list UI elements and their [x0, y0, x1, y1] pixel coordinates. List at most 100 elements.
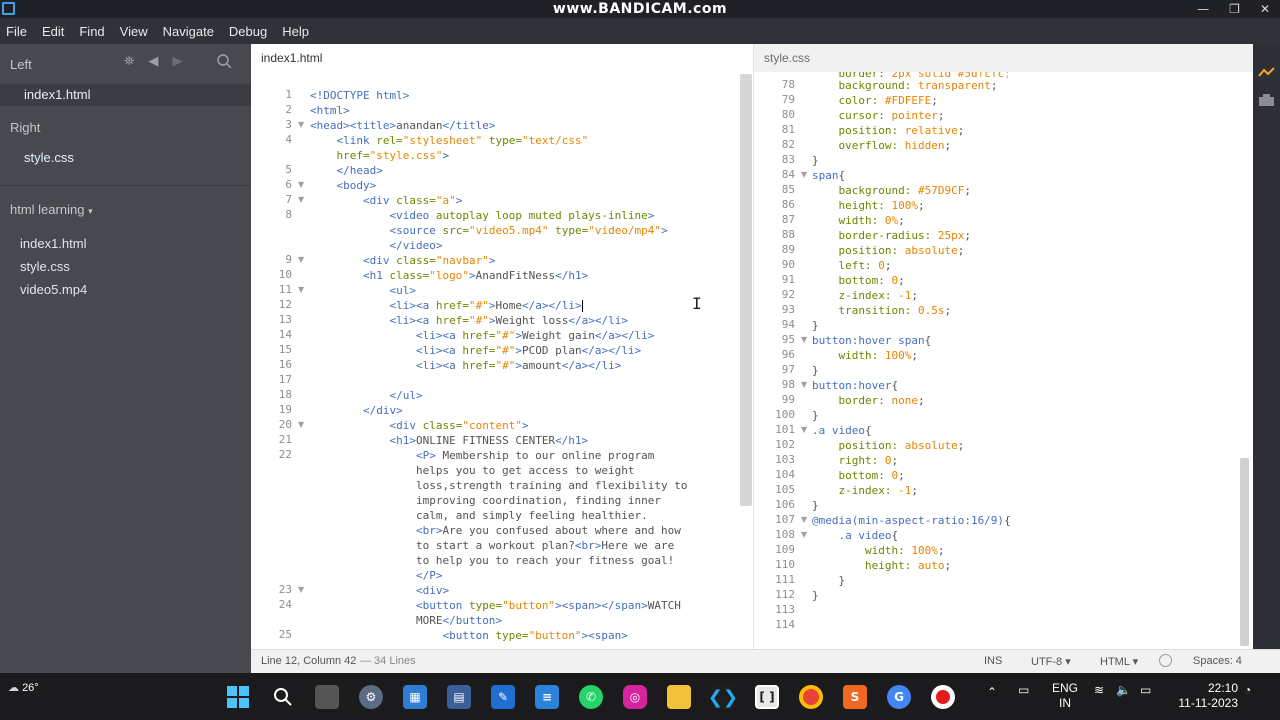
- windows-start-icon[interactable]: [226, 685, 250, 709]
- minimize-icon[interactable]: —: [1197, 2, 1209, 16]
- code-line[interactable]: .a video{: [812, 423, 1011, 438]
- code-line[interactable]: <h1 class="logo">AnandFitNess</h1>: [310, 268, 688, 283]
- code-line[interactable]: }: [812, 363, 1011, 378]
- code-line[interactable]: <video autoplay loop muted plays-inline>: [310, 208, 688, 223]
- code-line[interactable]: </ul>: [310, 388, 688, 403]
- code-editor-right[interactable]: background: transparent; color: #FDFEFE;…: [812, 78, 1011, 633]
- working-file-style[interactable]: style.css: [24, 150, 74, 165]
- code-line[interactable]: @media(min-aspect-ratio:16/9){: [812, 513, 1011, 528]
- menu-debug[interactable]: Debug: [229, 24, 267, 39]
- code-line[interactable]: [310, 373, 688, 388]
- maximize-icon[interactable]: ❐: [1229, 2, 1240, 16]
- binoculars-icon[interactable]: ⛯: [124, 53, 134, 69]
- code-line[interactable]: }: [812, 588, 1011, 603]
- code-line[interactable]: calm, and simply feeling healthier.: [310, 508, 688, 523]
- code-line[interactable]: span{: [812, 168, 1011, 183]
- calculator-icon[interactable]: ▤: [447, 685, 471, 709]
- code-line[interactable]: position: relative;: [812, 123, 1011, 138]
- code-line[interactable]: improving coordination, finding inner: [310, 493, 688, 508]
- fold-arrow-icon[interactable]: ▼: [801, 380, 807, 389]
- code-line[interactable]: position: absolute;: [812, 243, 1011, 258]
- code-line[interactable]: cursor: pointer;: [812, 108, 1011, 123]
- code-line[interactable]: </div>: [310, 403, 688, 418]
- notepad-icon[interactable]: ≡: [535, 685, 559, 709]
- forward-arrow-icon[interactable]: ▶: [172, 53, 182, 69]
- whatsapp-icon[interactable]: ✆: [579, 685, 603, 709]
- volume-icon[interactable]: 🔈: [1116, 683, 1131, 697]
- code-line[interactable]: helps you to get access to weight: [310, 463, 688, 478]
- language-select[interactable]: HTML ▾: [1100, 655, 1138, 668]
- fold-arrow-icon[interactable]: ▼: [801, 515, 807, 524]
- linter-status-icon[interactable]: [1159, 654, 1172, 667]
- code-line[interactable]: }: [812, 153, 1011, 168]
- fold-arrow-icon[interactable]: ▼: [298, 585, 304, 594]
- project-title[interactable]: html learning ▾: [10, 202, 93, 217]
- code-line[interactable]: height: 100%;: [812, 198, 1011, 213]
- tree-file-video5[interactable]: video5.mp4: [20, 282, 87, 297]
- code-line[interactable]: border-radius: 25px;: [812, 228, 1011, 243]
- code-line[interactable]: <li><a href="#">Weight gain</a></li>: [310, 328, 688, 343]
- code-line[interactable]: <h1>ONLINE FITNESS CENTER</h1>: [310, 433, 688, 448]
- task-view-icon[interactable]: [315, 685, 339, 709]
- vscode-icon[interactable]: ❮❯: [708, 685, 738, 709]
- code-line[interactable]: z-index: -1;: [812, 288, 1011, 303]
- menu-help[interactable]: Help: [282, 24, 309, 39]
- fold-arrow-icon[interactable]: ▼: [801, 425, 807, 434]
- code-line[interactable]: <html>: [310, 103, 688, 118]
- working-file-index1[interactable]: index1.html: [24, 87, 90, 102]
- bandicam-record-icon[interactable]: [931, 685, 955, 709]
- code-line[interactable]: width: 100%;: [812, 348, 1011, 363]
- code-line[interactable]: button:hover span{: [812, 333, 1011, 348]
- code-line[interactable]: position: absolute;: [812, 438, 1011, 453]
- brackets-icon[interactable]: [ ]: [755, 685, 779, 709]
- code-line[interactable]: }: [812, 408, 1011, 423]
- code-line[interactable]: background: #57D9CF;: [812, 183, 1011, 198]
- code-line[interactable]: <li><a href="#">Weight loss</a></li>: [310, 313, 688, 328]
- tab-index1-html[interactable]: index1.html: [251, 44, 753, 72]
- chevron-up-icon[interactable]: ⌃: [987, 685, 997, 699]
- code-line[interactable]: <li><a href="#">Home</a></li>: [310, 298, 688, 313]
- code-line[interactable]: </video>: [310, 238, 688, 253]
- code-line[interactable]: </head>: [310, 163, 688, 178]
- code-line[interactable]: href="style.css">: [310, 148, 688, 163]
- code-line[interactable]: <button type="button"><span></span>WATCH: [310, 598, 688, 613]
- code-line[interactable]: color: #FDFEFE;: [812, 93, 1011, 108]
- network-device-icon[interactable]: ▭: [1018, 683, 1029, 697]
- settings-gear-icon[interactable]: ⚙: [359, 685, 383, 709]
- fold-arrow-icon[interactable]: ▼: [298, 420, 304, 429]
- code-line[interactable]: <div class="content">: [310, 418, 688, 433]
- menu-edit[interactable]: Edit: [42, 24, 64, 39]
- chrome-profile-icon[interactable]: G: [887, 685, 911, 709]
- code-line[interactable]: }: [812, 318, 1011, 333]
- code-line[interactable]: .a video{: [812, 528, 1011, 543]
- fold-arrow-icon[interactable]: ▼: [801, 335, 807, 344]
- file-explorer-icon[interactable]: [667, 685, 691, 709]
- code-line[interactable]: MORE</button>: [310, 613, 688, 628]
- code-line[interactable]: <!DOCTYPE html>: [310, 88, 688, 103]
- indent-spaces[interactable]: Spaces: 4: [1193, 655, 1242, 667]
- encoding-select[interactable]: UTF-8 ▾: [1031, 655, 1071, 668]
- extension-manager-icon[interactable]: [1258, 94, 1275, 106]
- code-line[interactable]: background: transparent;: [812, 78, 1011, 93]
- fold-arrow-icon[interactable]: ▼: [801, 170, 807, 179]
- code-editor-left[interactable]: <!DOCTYPE html> <html> <head><title>ananda…: [310, 88, 688, 643]
- wifi-icon[interactable]: ≋: [1094, 683, 1104, 697]
- code-line[interactable]: transition: 0.5s;: [812, 303, 1011, 318]
- code-line[interactable]: <source src="video5.mp4" type="video/mp4…: [310, 223, 688, 238]
- code-line[interactable]: to help you to reach your fitness goal!: [310, 553, 688, 568]
- code-line[interactable]: height: auto;: [812, 558, 1011, 573]
- fold-arrow-icon[interactable]: ▼: [298, 195, 304, 204]
- code-line[interactable]: <li><a href="#">PCOD plan</a></li>: [310, 343, 688, 358]
- code-line[interactable]: <div class="a">: [310, 193, 688, 208]
- instagram-icon[interactable]: ◎: [623, 685, 647, 709]
- back-arrow-icon[interactable]: ◀: [148, 53, 158, 69]
- code-line[interactable]: z-index: -1;: [812, 483, 1011, 498]
- code-line[interactable]: }: [812, 573, 1011, 588]
- code-line[interactable]: }: [812, 498, 1011, 513]
- code-line[interactable]: bottom: 0;: [812, 468, 1011, 483]
- notification-icon[interactable]: ◔: [1244, 683, 1251, 697]
- code-line[interactable]: width: 100%;: [812, 543, 1011, 558]
- fold-arrow-icon[interactable]: ▼: [298, 255, 304, 264]
- scrollbar-left[interactable]: [740, 74, 752, 506]
- code-line[interactable]: <button type="button"><span>: [310, 628, 688, 643]
